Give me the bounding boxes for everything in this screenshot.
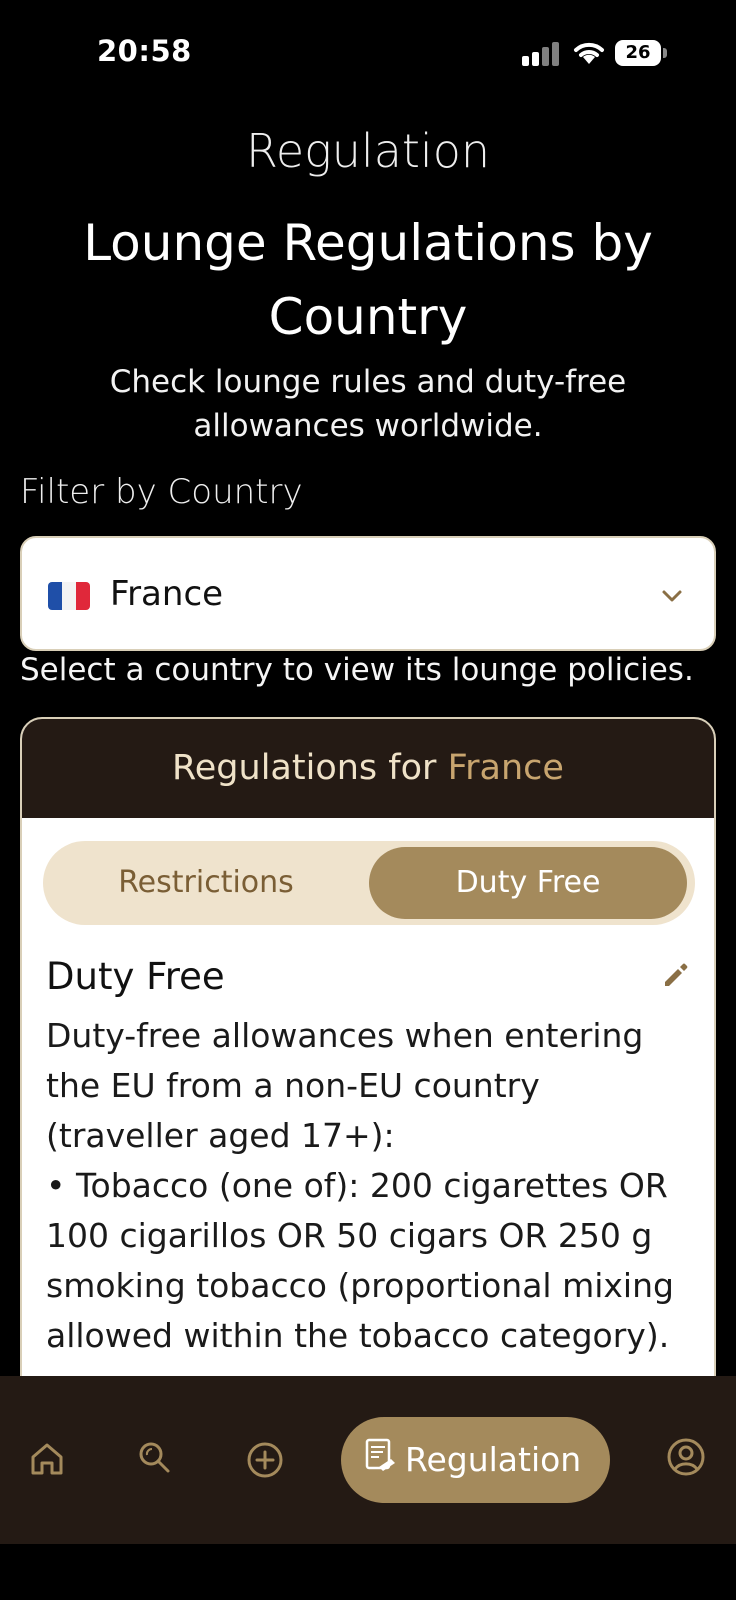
tab-restrictions[interactable]: Restrictions [49,847,363,919]
country-select[interactable]: France [20,536,716,651]
card-header-prefix: Regulations for [172,748,437,788]
search-icon[interactable] [134,1437,174,1477]
cellular-signal-icon [522,40,560,66]
profile-icon[interactable] [666,1437,706,1477]
nav-regulation-label: Regulation [405,1440,582,1479]
page-headline: Lounge Regulations by Country [83,214,653,346]
filter-helper-text: Select a country to view its lounge poli… [20,652,694,688]
section-title: Duty Free [46,955,225,998]
home-icon[interactable] [27,1439,67,1479]
battery-level: 26 [615,40,661,66]
nav-regulation-button[interactable]: Regulation [341,1417,610,1503]
status-time: 20:58 [97,34,192,68]
card-header: Regulations for France [22,719,714,818]
duty-free-description: Duty-free allowances when entering the E… [46,1016,674,1355]
app-title: Regulation [245,124,491,178]
wifi-icon [574,42,604,64]
tab-switcher: Restrictions Duty Free [43,841,695,925]
card-header-country: France [447,748,564,788]
filter-label: Filter by Country [20,472,303,512]
chevron-down-icon [662,590,682,602]
add-icon[interactable] [245,1440,285,1480]
regulations-card: Regulations for France Restrictions Duty… [20,717,716,1417]
status-bar: 20:58 26 [0,0,736,110]
home-indicator-area [0,1544,736,1600]
regulation-icon [365,1438,395,1471]
edit-pencil-icon[interactable] [662,961,690,989]
flag-france-icon [48,582,90,610]
tab-duty-free[interactable]: Duty Free [369,847,687,919]
page-subtitle: Check lounge rules and duty-free allowan… [109,364,627,444]
bottom-nav: Regulation [0,1376,736,1544]
selected-country: France [110,574,224,614]
battery-icon: 26 [615,40,667,66]
